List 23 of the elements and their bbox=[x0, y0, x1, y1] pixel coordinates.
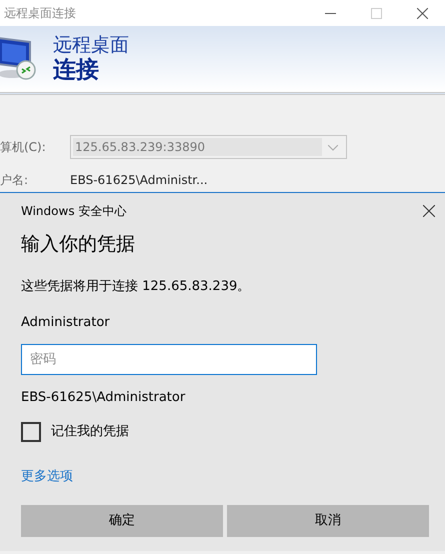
ok-button[interactable]: 确定 bbox=[21, 505, 223, 537]
field-label: 算机(C): bbox=[0, 139, 47, 156]
checkbox-label[interactable]: 记住我的凭据 bbox=[51, 422, 129, 442]
minimize-icon bbox=[324, 12, 336, 14]
maximize-icon bbox=[370, 8, 382, 18]
banner-subtitle: 连接 bbox=[53, 56, 100, 84]
password-field[interactable]: 密码 bbox=[21, 344, 317, 374]
dialog-message: 这些凭据将用于连接 125.65.83.239。 bbox=[21, 278, 252, 296]
username-label: Administrator bbox=[21, 314, 111, 332]
field-value: EBS-61625\Administr... bbox=[70, 172, 208, 189]
field-label: 户名: bbox=[0, 172, 30, 189]
account-name: EBS-61625\Administrator bbox=[21, 388, 186, 406]
cancel-button[interactable]: 取消 bbox=[227, 505, 429, 537]
window-title: 远程桌面连接 bbox=[4, 5, 77, 22]
chevron-down-icon bbox=[328, 144, 338, 151]
dialog-heading: 输入你的凭据 bbox=[21, 232, 136, 257]
dialog-title: Windows 安全中心 bbox=[21, 203, 126, 220]
close-icon bbox=[416, 8, 428, 18]
close-button[interactable] bbox=[423, 205, 435, 217]
banner-title: 远程桌面 bbox=[53, 34, 129, 57]
close-icon bbox=[423, 205, 435, 217]
remember-checkbox[interactable] bbox=[21, 422, 41, 442]
more-options-link[interactable]: 更多选项 bbox=[21, 467, 73, 486]
